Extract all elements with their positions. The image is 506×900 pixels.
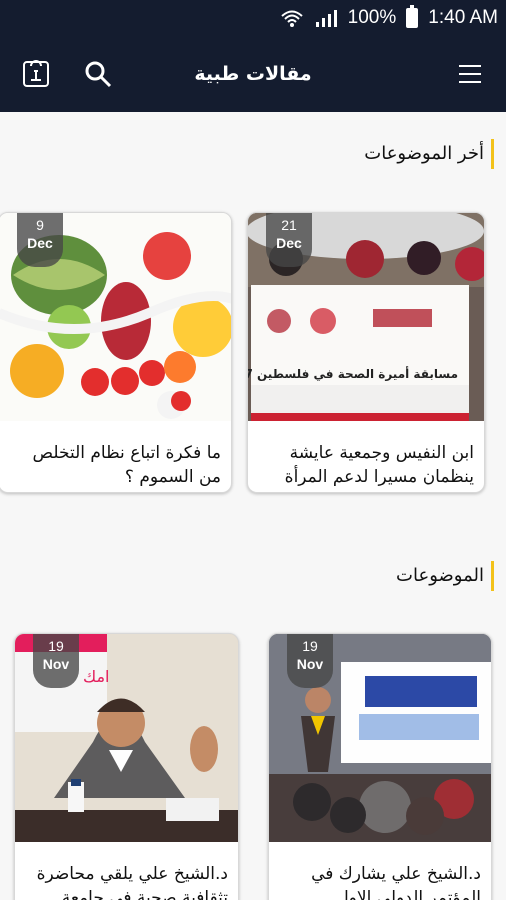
article-image-speaker: امك 19 Nov [15,634,238,842]
section-accent-bar [491,561,494,591]
status-bar: 100% 1:40 AM [0,0,506,36]
page-title: مقالات طبية [194,63,312,85]
date-month: Dec [27,235,53,251]
article-caption: ابن النفيس وجمعية عايشة ينظمان مسيرا لدع… [284,443,474,487]
date-month: Nov [42,656,70,672]
section-accent-bar [491,139,494,169]
svg-text:امك: امك [83,667,110,686]
section-title-latest: أخر الموضوعات [364,136,494,172]
signal-icon [315,10,337,27]
article-caption: ما فكرة اتباع نظام التخلص من السموم ؟ [32,443,221,487]
article-image-fruit: 9 Dec [0,213,231,421]
article-image-conference: 19 Nov [269,634,491,842]
section-title-topics: الموضوعات [396,558,494,594]
article-card-topics-1[interactable]: امك 19 Nov د.الشيخ علي يلقي محاضرة تثقاف… [14,633,239,900]
menu-icon[interactable] [448,52,492,96]
date-day: 19 [48,638,64,654]
date-badge: 21 Dec [266,213,312,267]
date-day: 9 [36,217,44,233]
svg-text:مسابقة أميرة الصحة في فلسطين 2: مسابقة أميرة الصحة في فلسطين 2017 [248,366,458,381]
date-badge: 9 Dec [17,213,63,267]
date-day: 19 [302,638,318,654]
clock-time: 1:40 AM [428,7,498,28]
battery-icon [406,5,419,28]
date-month: Dec [276,235,302,251]
article-card-latest-2[interactable]: مسابقة أميرة الصحة في فلسطين 2017 21 Dec… [247,212,485,493]
date-month: Nov [296,656,324,672]
article-caption: د.الشيخ علي يلقي محاضرة تثقافية صحية في … [36,864,228,900]
wifi-icon [281,10,303,27]
article-card-latest-1[interactable]: 9 Dec ما فكرة اتباع نظام التخلص من السمو… [0,212,232,493]
battery-percent: 100% [347,7,397,28]
article-card-topics-2[interactable]: 19 Nov د.الشيخ علي يشارك في المؤتمر الدو… [268,633,492,900]
date-badge: 19 Nov [33,634,79,688]
date-badge: 19 Nov [287,634,333,688]
app-bar: مقالات طبية [0,36,506,112]
article-caption: د.الشيخ علي يشارك في المؤتمر الدولي الاو… [311,864,481,900]
section-title-topics-text: الموضوعات [396,565,484,586]
article-image-banner: مسابقة أميرة الصحة في فلسطين 2017 21 Dec [248,213,484,421]
date-day: 21 [281,217,297,233]
section-title-latest-text: أخر الموضوعات [364,143,484,164]
